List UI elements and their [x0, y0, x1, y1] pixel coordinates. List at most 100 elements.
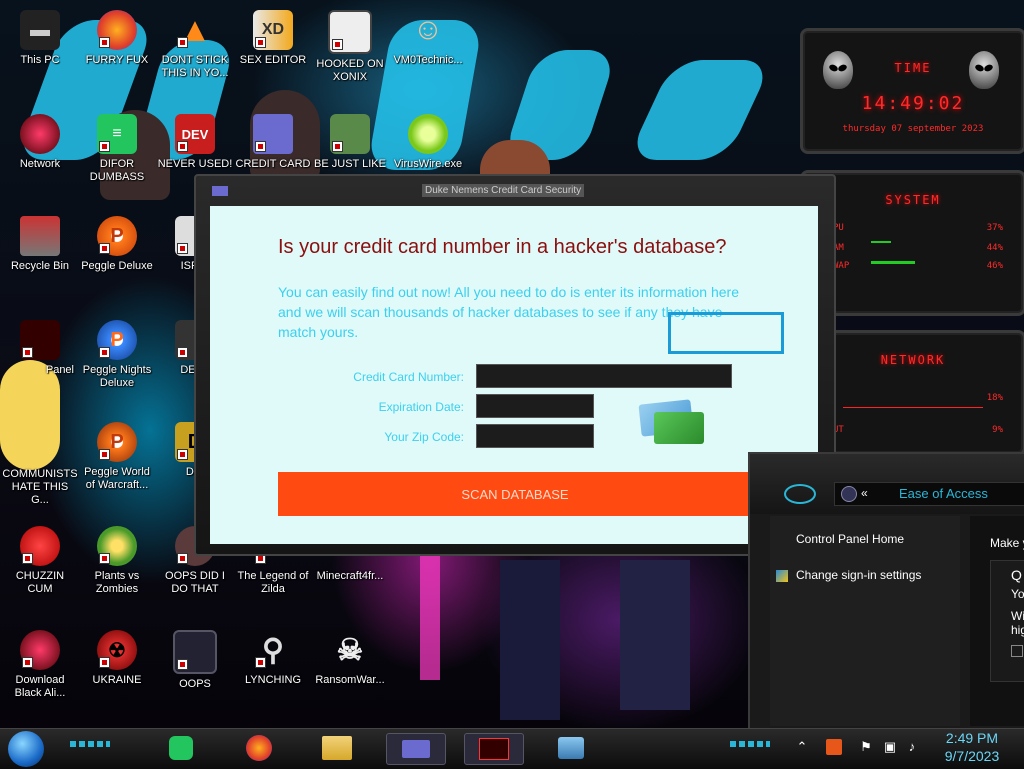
taskbar-app-network[interactable] — [542, 733, 600, 763]
desktop-icon-viruswire[interactable]: VirusWire.exe — [390, 114, 466, 171]
taskbar-decoration — [70, 741, 110, 747]
chat-icon — [169, 736, 193, 760]
desktop-icon-chuzzin[interactable]: CHUZZIN CUM — [2, 526, 78, 596]
show-hidden-icons[interactable]: ⌃ — [794, 739, 810, 755]
desktop-icon-peggle-wow[interactable]: P Peggle World of Warcraft... — [79, 422, 155, 492]
desktop-icon-network[interactable]: Network — [2, 114, 78, 171]
desktop-icon-ukraine[interactable]: ☢ UKRAINE — [79, 630, 155, 687]
time-widget: TIME 14:49:02 thursday 07 september 2023 — [800, 28, 1024, 154]
desktop-icon-pvz[interactable]: Plants vs Zombies — [79, 526, 155, 596]
cp-home-link[interactable]: Control Panel Home — [796, 532, 904, 546]
java-icon[interactable] — [826, 739, 842, 755]
doctor-icon: ☺ — [412, 13, 444, 46]
monitor-icon — [173, 630, 217, 674]
desktop-icon-communists[interactable]: COMMUNISTS HATE THIS G... — [2, 424, 78, 507]
desktop-icon-be-just-like[interactable]: BE JUST LIKE — [312, 114, 388, 171]
cp-panel: Q Yo Wi hig — [990, 560, 1024, 682]
alien-head-icon — [969, 51, 999, 89]
window-titlebar[interactable]: Duke Nemens Credit Card Security — [196, 176, 834, 202]
desktop-icon-dont-stick[interactable]: ▲ DONT STICK THIS IN YO... — [157, 10, 233, 80]
zip-input[interactable] — [476, 424, 594, 448]
desktop-icon-this-pc[interactable]: ▬ This PC — [2, 10, 78, 67]
nav-arrows-icon[interactable] — [784, 484, 816, 504]
expiration-input[interactable] — [476, 394, 594, 418]
desktop-icon-sex-editor[interactable]: XD SEX EDITOR — [235, 10, 311, 67]
volume-icon[interactable]: ♪ — [904, 739, 920, 755]
control-panel-icon — [479, 738, 509, 760]
date-readout: thursday 07 september 2023 — [842, 124, 984, 134]
xonix-icon — [328, 10, 372, 54]
taskbar-app-explorer[interactable] — [308, 733, 366, 763]
clock-readout: 14:49:02 — [861, 93, 965, 114]
cp-header: « Ease of Access — [750, 454, 1024, 514]
wallpaper-letter — [626, 60, 774, 160]
firefox-icon — [97, 10, 137, 50]
network-icon — [20, 114, 60, 154]
desktop-icon-vm0technic[interactable]: ☺ VM0Technic... — [390, 10, 466, 67]
lime-icon — [408, 114, 448, 154]
hex-editor-icon: XD — [253, 10, 293, 50]
taskbar-app-chat[interactable] — [152, 733, 210, 763]
breadcrumb-item[interactable]: Ease of Access — [899, 486, 988, 501]
desktop-icon-credit-card[interactable]: CREDIT CARD — [235, 114, 311, 171]
alien-icon — [20, 630, 60, 670]
taskbar-app-credit-card[interactable] — [386, 733, 446, 765]
desktop-icon-peggle-deluxe[interactable]: P Peggle Deluxe — [79, 216, 155, 273]
peggle-icon: P — [97, 216, 137, 256]
window-title: Duke Nemens Credit Card Security — [422, 184, 585, 197]
network-icon — [558, 737, 584, 759]
wallpaper-character — [620, 560, 690, 710]
shield-icon — [776, 570, 788, 582]
scan-database-button[interactable]: SCAN DATABASE — [278, 472, 752, 516]
clock-time: 2:49 PM — [945, 730, 999, 746]
card-number-input[interactable] — [476, 364, 732, 388]
recycle-bin-icon — [20, 216, 60, 256]
desktop-icon-ransomware[interactable]: ☠ RansomWar... — [312, 630, 388, 687]
taskbar-decoration — [730, 741, 770, 747]
firefox-icon — [246, 735, 272, 761]
desktop-icon-difor[interactable]: ≡ DIFOR DUMBASS — [79, 114, 155, 184]
cpu-bar — [871, 241, 891, 243]
credit-card-green-icon — [654, 412, 704, 444]
address-bar[interactable]: « Ease of Access — [834, 482, 1024, 506]
clock-date: 9/7/2023 — [944, 748, 1000, 764]
desktop-icon-black-alien[interactable]: Download Black Ali... — [2, 630, 78, 700]
credit-card-security-window: Duke Nemens Credit Card Security Is your… — [194, 174, 836, 556]
peggle-nights-icon: P — [97, 320, 137, 360]
change-sign-in-link[interactable]: Change sign-in settings — [796, 568, 921, 582]
desktop-icon-recycle-bin[interactable]: Recycle Bin — [2, 216, 78, 273]
desktop-icon-oops[interactable]: OOPS — [157, 630, 233, 691]
control-panel-icon — [20, 320, 60, 360]
flag-icon[interactable]: ⚑ — [858, 739, 874, 755]
zip-label: Your Zip Code: — [384, 430, 464, 444]
sunflower-icon — [97, 526, 137, 566]
desktop-icon-lynching[interactable]: ⚲ LYNCHING — [235, 630, 311, 687]
checkbox[interactable] — [1011, 645, 1023, 657]
selection-box — [668, 312, 784, 354]
taskbar-app-control-panel[interactable] — [464, 733, 524, 765]
taskbar: ⌃ ⚑ ▣ ♪ 2:49 PM 9/7/2023 — [0, 728, 1024, 769]
ram-bar — [871, 261, 915, 264]
headline: Is your credit card number in a hacker's… — [278, 236, 727, 258]
desktop-icon-furry-fux[interactable]: FURRY FUX — [79, 10, 155, 67]
start-button[interactable] — [8, 731, 44, 767]
credit-card-icon — [253, 114, 293, 154]
desktop-icon-xonix[interactable]: HOOKED ON XONIX — [312, 10, 388, 84]
taskbar-clock[interactable]: 2:49 PM 9/7/2023 — [934, 729, 1010, 765]
skull-icon: ☠ — [336, 633, 364, 667]
alien-head-icon — [823, 51, 853, 89]
peggle-wow-icon: P — [97, 422, 137, 462]
credit-card-icon — [402, 740, 430, 758]
card-number-label: Credit Card Number: — [353, 370, 464, 384]
network-tray-icon[interactable]: ▣ — [882, 739, 898, 755]
desktop-icon-never-used[interactable]: DEV NEVER USED! — [157, 114, 233, 171]
taskbar-app-firefox[interactable] — [230, 733, 288, 763]
folder-icon — [322, 736, 352, 760]
desktop-icon-peggle-nights[interactable]: P Peggle Nights Deluxe — [79, 320, 155, 390]
desktop-icon-control-panel[interactable]: Panel — [2, 320, 78, 377]
control-panel-icon — [841, 486, 857, 502]
noose-icon: ⚲ — [253, 630, 293, 670]
chat-icon: ≡ — [97, 114, 137, 154]
window-client-area: Is your credit card number in a hacker's… — [210, 206, 818, 544]
radiation-icon: ☢ — [97, 630, 137, 670]
